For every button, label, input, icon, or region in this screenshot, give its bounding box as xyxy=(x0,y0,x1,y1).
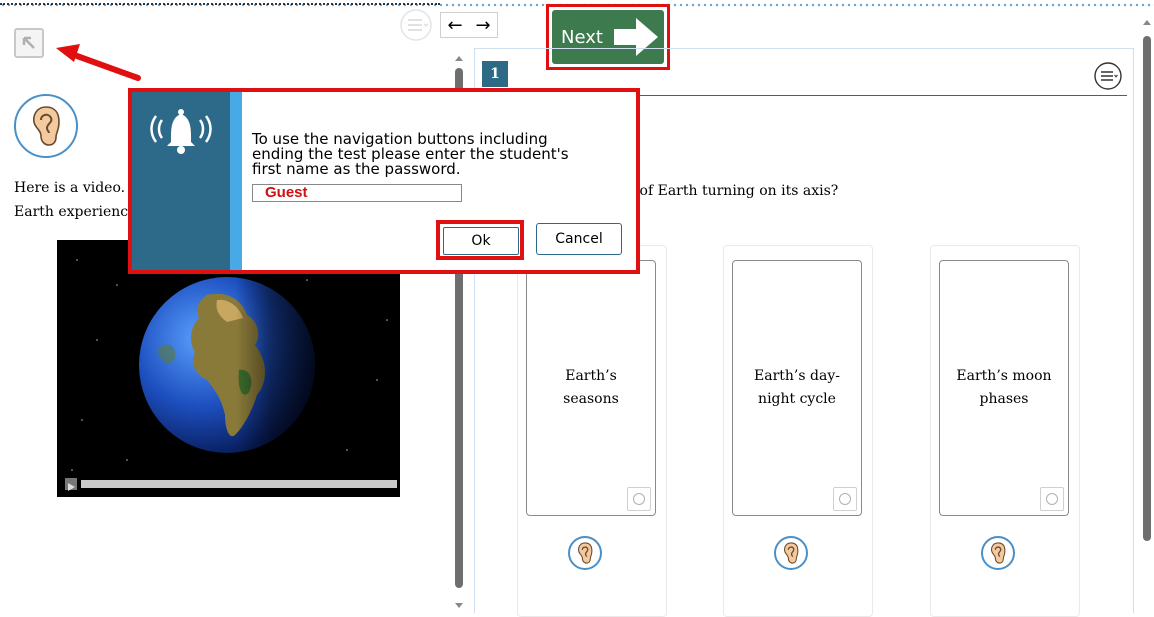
choice-label: Earth’s day-night cycle xyxy=(754,368,840,407)
ear-icon xyxy=(784,542,799,564)
passage-line-1: Here is a video. T xyxy=(14,180,134,196)
earth-video[interactable] xyxy=(57,240,400,497)
choice-radio[interactable] xyxy=(833,487,857,511)
radio-circle-icon xyxy=(633,493,645,505)
choice-audio-button[interactable] xyxy=(568,536,602,570)
password-dialog: To use the navigation buttons including … xyxy=(128,88,640,274)
ear-icon xyxy=(578,542,593,564)
ear-icon xyxy=(33,106,60,146)
dialog-message: To use the navigation buttons including … xyxy=(252,132,632,177)
annotation-arrow-icon xyxy=(56,44,141,81)
passage-line-2: Earth experience xyxy=(14,204,134,220)
radio-circle-icon xyxy=(839,493,851,505)
choice-card[interactable]: Earth’s moon phases xyxy=(939,260,1069,516)
play-icon xyxy=(68,483,75,491)
panel-resize-arrows[interactable]: ← → xyxy=(440,12,498,38)
cancel-button[interactable]: Cancel xyxy=(536,223,622,255)
collapse-icon xyxy=(22,36,35,49)
scroll-down-icon xyxy=(455,603,463,608)
video-controls xyxy=(65,478,397,491)
dialog-icon-panel xyxy=(132,92,230,270)
scroll-up-icon xyxy=(455,56,463,61)
passage-audio-button[interactable] xyxy=(14,94,78,158)
question-text: lt of Earth turning on its axis? xyxy=(625,183,839,199)
question-menu-icon[interactable] xyxy=(1093,61,1123,91)
top-toolbar-divider xyxy=(0,3,440,7)
choice-label: Earth’s moon phases xyxy=(956,368,1052,407)
choice-card[interactable]: Earth’s day-night cycle xyxy=(732,260,862,516)
dialog-accent-stripe xyxy=(230,92,242,270)
collapse-button[interactable] xyxy=(14,28,44,58)
ear-icon xyxy=(991,542,1006,564)
play-button[interactable] xyxy=(65,478,77,491)
choice-option[interactable]: Earth’s day-night cycle xyxy=(723,245,873,617)
choice-audio-button[interactable] xyxy=(981,536,1015,570)
video-frame xyxy=(71,254,388,471)
video-seek-bar[interactable] xyxy=(81,480,397,488)
ok-button[interactable]: Ok xyxy=(443,227,519,255)
choice-radio[interactable] xyxy=(1040,487,1064,511)
question-scroll-thumb[interactable] xyxy=(1143,36,1151,541)
choice-option[interactable]: Earth’s seasons xyxy=(517,245,667,617)
choice-option[interactable]: Earth’s moon phases xyxy=(930,245,1080,617)
password-input[interactable]: Guest xyxy=(252,184,462,202)
scroll-up-icon xyxy=(1143,20,1151,25)
passage-text: Here is a video. T Earth experience xyxy=(14,176,134,224)
bell-icon xyxy=(150,109,212,154)
arrow-right-icon[interactable]: → xyxy=(475,15,490,36)
ok-button-highlight: Ok xyxy=(436,220,524,260)
choice-audio-button[interactable] xyxy=(774,536,808,570)
question-number: 1 xyxy=(482,61,508,87)
choice-label: Earth’s seasons xyxy=(563,368,619,407)
next-button-label: Next xyxy=(561,26,603,48)
choice-radio[interactable] xyxy=(627,487,651,511)
choice-card[interactable]: Earth’s seasons xyxy=(526,260,656,516)
dialog-message-line-3: first name as the password. xyxy=(252,160,461,178)
layout-menu-icon[interactable] xyxy=(398,8,434,42)
arrow-left-icon[interactable]: ← xyxy=(447,15,462,36)
radio-circle-icon xyxy=(1046,493,1058,505)
question-scrollbar[interactable] xyxy=(1140,8,1154,613)
